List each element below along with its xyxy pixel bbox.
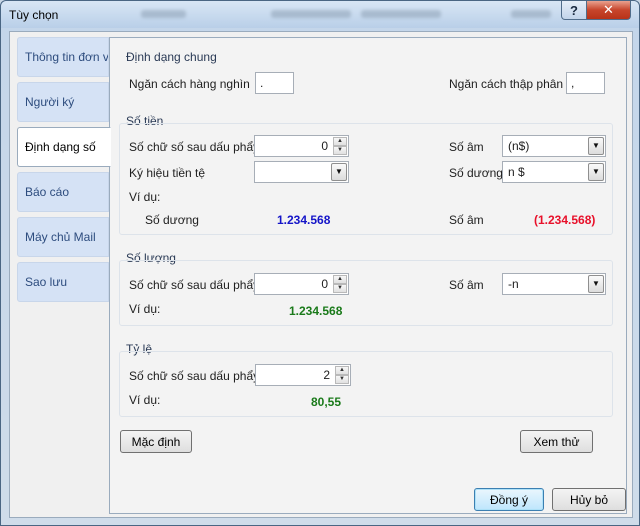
- money-example-label: Ví dụ:: [129, 190, 161, 204]
- spin-down-icon[interactable]: ▼: [333, 284, 347, 293]
- money-negative-label: Số âm: [449, 140, 484, 154]
- cancel-button[interactable]: Hủy bỏ: [552, 488, 626, 511]
- tab-unit-info[interactable]: Thông tin đơn vị: [17, 37, 109, 77]
- background-blur: [361, 10, 441, 18]
- chevron-down-icon[interactable]: ▼: [588, 137, 604, 155]
- window-title: Tùy chọn: [9, 8, 59, 22]
- money-ex-negative-value: (1.234.568): [534, 213, 596, 227]
- dialog-client: Thông tin đơn vị Người ký Định dạng số B…: [9, 31, 633, 518]
- money-negative-dropdown[interactable]: (n$) ▼: [502, 135, 606, 157]
- tab-number-format[interactable]: Định dạng số: [17, 127, 111, 167]
- chevron-down-icon[interactable]: ▼: [588, 275, 604, 293]
- quantity-negative-value: -n: [508, 277, 519, 291]
- money-decimals-label: Số chữ số sau dấu phẩy: [129, 140, 260, 154]
- chevron-down-icon[interactable]: ▼: [588, 163, 604, 181]
- currency-symbol-label: Ký hiệu tiền tệ: [129, 166, 206, 180]
- ratio-decimals-label: Số chữ số sau dấu phẩy: [129, 369, 260, 383]
- tab-signer[interactable]: Người ký: [17, 82, 109, 122]
- tab-backup[interactable]: Sao lưu: [17, 262, 109, 302]
- ratio-group-box: [119, 351, 613, 417]
- general-group-title: Định dạng chung: [126, 50, 217, 64]
- spin-buttons[interactable]: ▲ ▼: [335, 366, 349, 384]
- money-positive-label: Số dương: [449, 166, 503, 180]
- background-blur: [511, 10, 551, 18]
- decimal-separator-label: Ngăn cách thập phân: [449, 77, 564, 91]
- decimal-separator-input[interactable]: ,: [566, 72, 605, 94]
- thousand-separator-value: .: [260, 76, 264, 90]
- quantity-decimals-stepper[interactable]: 0 ▲ ▼: [254, 273, 349, 295]
- money-ex-positive-label: Số dương: [145, 213, 199, 227]
- tab-report[interactable]: Báo cáo: [17, 172, 109, 212]
- money-ex-negative-label: Số âm: [449, 213, 484, 227]
- preview-button[interactable]: Xem thử: [520, 430, 593, 453]
- title-bar[interactable]: Tùy chọn ? ✕: [1, 1, 639, 28]
- help-icon: ?: [570, 2, 578, 18]
- close-button[interactable]: ✕: [586, 1, 631, 20]
- spin-up-icon[interactable]: ▲: [333, 275, 347, 284]
- ratio-example-label: Ví dụ:: [129, 393, 161, 407]
- spin-buttons[interactable]: ▲ ▼: [333, 137, 347, 155]
- options-dialog: Tùy chọn ? ✕ Thông tin đơn vị Người ký Đ…: [0, 0, 640, 526]
- spin-up-icon[interactable]: ▲: [333, 137, 347, 146]
- quantity-example-value: 1.234.568: [289, 304, 343, 318]
- tab-mail-server[interactable]: Máy chủ Mail: [17, 217, 109, 257]
- spin-down-icon[interactable]: ▼: [333, 146, 347, 155]
- help-button[interactable]: ?: [561, 1, 587, 20]
- quantity-decimals-value: 0: [321, 277, 328, 291]
- money-positive-dropdown[interactable]: n $ ▼: [502, 161, 606, 183]
- ratio-decimals-stepper[interactable]: 2 ▲ ▼: [255, 364, 351, 386]
- ratio-example-value: 80,55: [311, 395, 342, 409]
- quantity-decimals-label: Số chữ số sau dấu phẩy: [129, 278, 260, 292]
- background-blur: [271, 10, 351, 18]
- money-negative-value: (n$): [508, 139, 530, 153]
- ok-button[interactable]: Đồng ý: [474, 488, 544, 511]
- money-ex-positive-value: 1.234.568: [277, 213, 331, 227]
- ratio-decimals-value: 2: [323, 368, 330, 382]
- money-decimals-value: 0: [321, 139, 328, 153]
- number-format-panel: Định dạng chung Ngăn cách hàng nghìn . N…: [109, 37, 627, 514]
- thousand-separator-label: Ngăn cách hàng nghìn: [129, 77, 250, 91]
- chevron-down-icon[interactable]: ▼: [331, 163, 347, 181]
- money-positive-value: n $: [508, 165, 525, 179]
- currency-symbol-dropdown[interactable]: ▼: [254, 161, 349, 183]
- quantity-example-label: Ví dụ:: [129, 302, 161, 316]
- thousand-separator-input[interactable]: .: [255, 72, 294, 94]
- background-blur: [141, 10, 186, 18]
- quantity-negative-dropdown[interactable]: -n ▼: [502, 273, 606, 295]
- default-button[interactable]: Mặc định: [120, 430, 192, 453]
- close-icon: ✕: [603, 2, 614, 17]
- spin-buttons[interactable]: ▲ ▼: [333, 275, 347, 293]
- decimal-separator-value: ,: [571, 76, 575, 90]
- quantity-negative-label: Số âm: [449, 278, 484, 292]
- money-decimals-stepper[interactable]: 0 ▲ ▼: [254, 135, 349, 157]
- spin-down-icon[interactable]: ▼: [335, 375, 349, 384]
- spin-up-icon[interactable]: ▲: [335, 366, 349, 375]
